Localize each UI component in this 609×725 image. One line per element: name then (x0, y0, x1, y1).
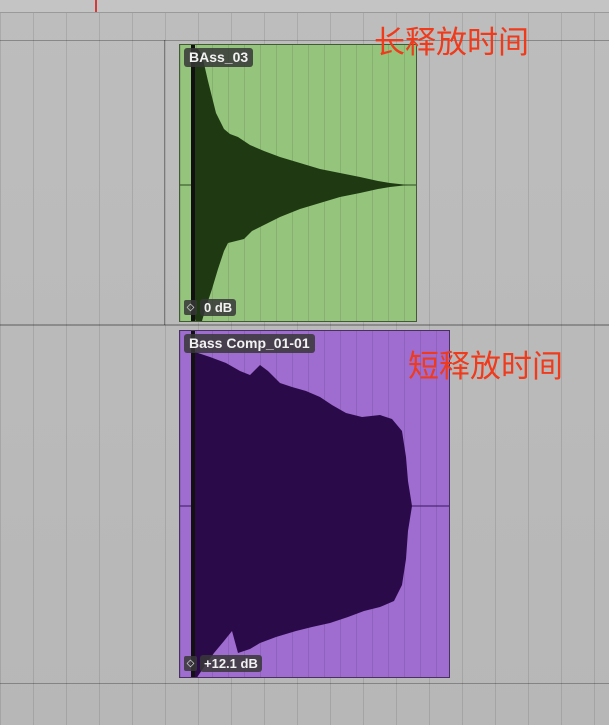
annotation-short-release: 短释放时间 (408, 349, 563, 385)
region-name: BAss_03 (184, 48, 254, 67)
audio-region-bass-03[interactable]: BAss_03 ◇ 0 dB (179, 44, 417, 322)
region-start-marker (191, 331, 195, 677)
region-gain[interactable]: ◇ 0 dB (184, 299, 237, 316)
gain-handle-icon[interactable]: ◇ (184, 300, 197, 315)
track-separator-line (164, 40, 165, 325)
gain-value: 0 dB (200, 299, 237, 316)
waveform (180, 49, 416, 321)
region-name: Bass Comp_01-01 (184, 334, 315, 353)
track-lane-line (0, 683, 609, 684)
gain-handle-icon[interactable]: ◇ (184, 656, 197, 671)
arrange-area: BAss_03 ◇ 0 dB Bass Comp_01-01 ◇ +12.1 d… (0, 0, 609, 725)
region-gain[interactable]: ◇ +12.1 dB (184, 655, 262, 672)
track-divider (0, 324, 609, 326)
timeline-ruler[interactable] (0, 0, 609, 13)
annotation-long-release: 长释放时间 (374, 25, 529, 61)
gain-value: +12.1 dB (200, 655, 262, 672)
region-start-marker (191, 45, 195, 321)
playhead-marker[interactable] (95, 0, 97, 12)
